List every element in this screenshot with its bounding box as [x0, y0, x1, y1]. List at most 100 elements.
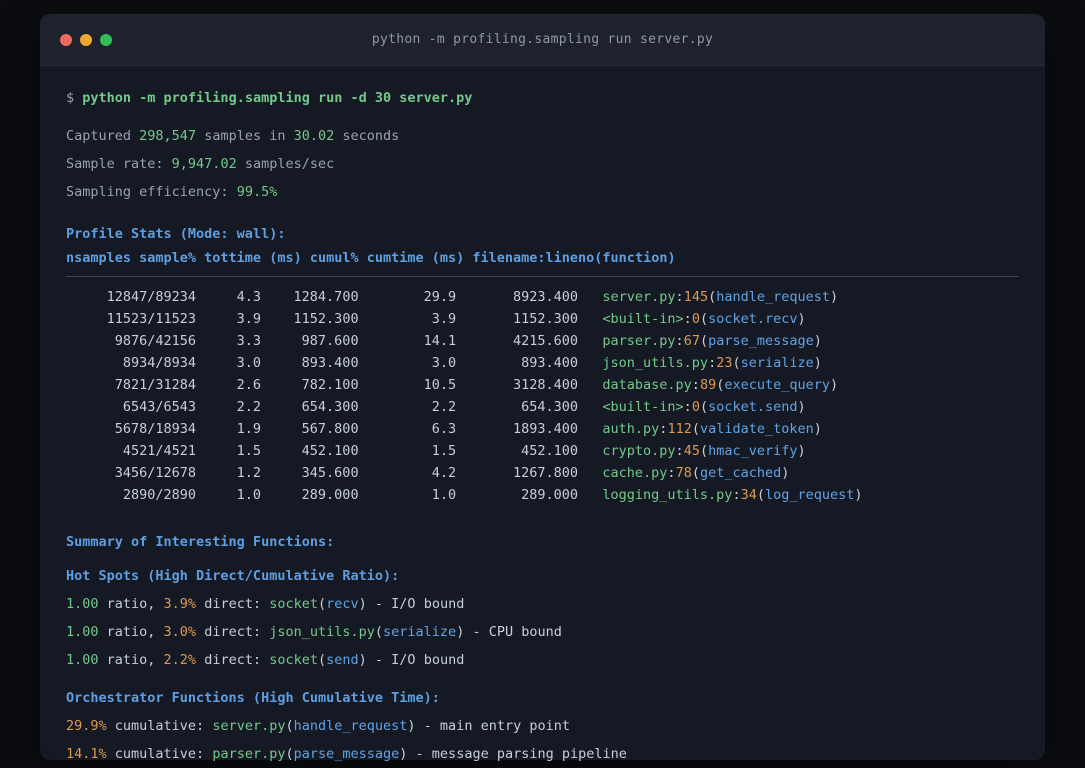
text-segment: ( [756, 487, 765, 503]
text-segment: : [675, 289, 684, 305]
text-segment: 23 [716, 355, 733, 371]
text-segment: 29.9% [66, 718, 107, 734]
text-segment: : [675, 443, 684, 459]
stats-cell: 3.9 [236, 311, 262, 327]
text-segment: server.py [602, 289, 676, 305]
stats-cell: 782.100 [301, 377, 359, 393]
text-segment: Sampling efficiency: [66, 184, 237, 200]
profile-stats-heading: Profile Stats (Mode: wall): [66, 220, 1019, 248]
text-segment: ratio, [98, 596, 164, 612]
text-segment: <built-in> [602, 399, 684, 415]
text-segment: ) [797, 443, 806, 459]
stats-cell: 567.800 [301, 421, 359, 437]
text-segment: handle_request [716, 289, 831, 305]
text-segment: ) [781, 465, 790, 481]
stats-cell: 3128.400 [512, 377, 579, 393]
stats-cell: 3456/12678 [114, 465, 197, 481]
text-segment: json_utils.py [602, 355, 709, 371]
stats-cell: 6.3 [431, 421, 457, 437]
text-segment: ) [813, 333, 822, 349]
terminal-window: python -m profiling.sampling run server.… [40, 14, 1045, 762]
text-segment: server.py [212, 718, 286, 734]
command-line: $ python -m profiling.sampling run -d 30… [66, 84, 1019, 112]
stats-cell: 289.000 [521, 487, 579, 503]
stats-cell: 12847/89234 [106, 289, 197, 305]
text-segment: serialize [383, 624, 457, 640]
stats-function: <built-in>:0(socket.send) [578, 399, 806, 415]
stats-cell: 452.100 [521, 443, 579, 459]
stats-cell: 1.5 [431, 443, 457, 459]
stats-cell: 4521/4521 [122, 443, 197, 459]
stats-cell: 4.2 [431, 465, 457, 481]
hot-spot-line-2: 1.00 ratio, 3.0% direct: json_utils.py(s… [66, 618, 1019, 646]
table-divider [66, 276, 1019, 277]
text-segment: Orchestrator Functions (High Cumulative … [66, 690, 440, 706]
stats-row: 3456/12678 1.2 345.600 4.2 1267.800 cache.py:… [66, 462, 1019, 484]
stats-table-header: nsamples sample% tottime (ms) cumul% cum… [66, 248, 1019, 268]
stats-function: <built-in>:0(socket.recv) [578, 311, 806, 327]
terminal-content: $ python -m profiling.sampling run -d 30… [40, 66, 1045, 768]
text-segment: 34 [740, 487, 757, 503]
text-segment: 67 [683, 333, 700, 349]
text-segment: 30.02 [293, 128, 335, 144]
text-segment: ) [358, 596, 367, 612]
text-segment: ( [708, 289, 717, 305]
text-segment: 78 [675, 465, 692, 481]
text-segment: ) [813, 421, 822, 437]
text-segment: 0 [691, 311, 700, 327]
text-segment: ) [830, 289, 839, 305]
text-segment: logging_utils.py [602, 487, 733, 503]
text-segment: <built-in> [602, 311, 684, 327]
hot-spot-line-3: 1.00 ratio, 2.2% direct: socket(send) - … [66, 646, 1019, 674]
text-segment: Summary of Interesting Functions: [66, 534, 335, 550]
sample-rate-line: Sample rate: 9,947.02 samples/sec [66, 150, 1019, 178]
text-segment: ) [813, 355, 822, 371]
orchestrator-line-2: 14.1% cumulative: parser.py(parse_messag… [66, 740, 1019, 768]
text-segment: seconds [334, 128, 400, 144]
stats-cell: 2.6 [236, 377, 262, 393]
stats-cell: 2.2 [236, 399, 262, 415]
text-segment: 1.00 [66, 624, 99, 640]
text-segment: log_request [764, 487, 855, 503]
stats-row: 5678/18934 1.9 567.800 6.3 1893.400 auth.py:1… [66, 418, 1019, 440]
text-segment: hmac_verify [708, 443, 798, 459]
text-segment: samples in [196, 128, 294, 144]
stats-cell: 289.000 [301, 487, 359, 503]
text-segment: parse_message [708, 333, 814, 349]
text-segment: : [691, 377, 700, 393]
text-segment: : [732, 487, 741, 503]
stats-row: 7821/31284 2.6 782.100 10.5 3128.400 database… [66, 374, 1019, 396]
text-segment: 112 [667, 421, 692, 437]
text-segment: - main entry point [415, 718, 570, 734]
stats-row: 6543/6543 2.2 654.300 2.2 654.300 <built-in>:… [66, 396, 1019, 418]
stats-row: 2890/2890 1.0 289.000 1.0 289.000 logging_uti… [66, 484, 1019, 506]
text-segment: ( [285, 718, 294, 734]
text-segment: ( [691, 465, 700, 481]
stats-cell: 1.0 [431, 487, 457, 503]
text-segment: parser.py [212, 746, 286, 762]
text-segment: 45 [683, 443, 700, 459]
stats-cell: 5678/18934 [114, 421, 197, 437]
stats-cell: 1284.700 [293, 289, 359, 305]
text-segment: ( [732, 355, 741, 371]
text-segment: get_cached [699, 465, 782, 481]
text-segment: ) [854, 487, 863, 503]
text-segment: ) [797, 311, 806, 327]
text-segment: ) [797, 399, 806, 415]
text-segment: 0 [691, 399, 700, 415]
text-segment: socket.recv [708, 311, 798, 327]
text-segment: ) [830, 377, 839, 393]
text-segment: direct: [196, 652, 270, 668]
stats-cell: 14.1 [423, 333, 457, 349]
stats-cell: 893.400 [521, 355, 579, 371]
stats-function: cache.py:78(get_cached) [578, 465, 789, 481]
stats-row: 9876/42156 3.3 987.600 14.1 4215.600 parser.p… [66, 330, 1019, 352]
stats-function: auth.py:112(validate_token) [578, 421, 822, 437]
text-segment: - message parsing pipeline [407, 746, 627, 762]
text-segment: python -m profiling.sampling run -d 30 s… [82, 90, 473, 106]
stats-cell: 1152.300 [512, 311, 579, 327]
stats-function: database.py:89(execute_query) [578, 377, 838, 393]
sampling-efficiency-line: Sampling efficiency: 99.5% [66, 178, 1019, 206]
stats-cell: 29.9 [423, 289, 457, 305]
